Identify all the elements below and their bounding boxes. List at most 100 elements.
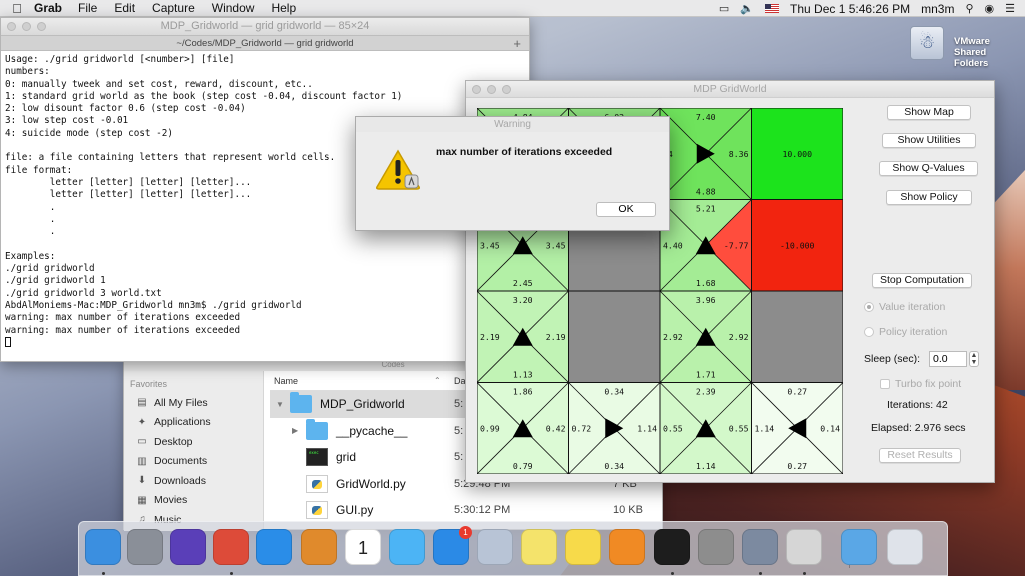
file-name: GUI.py [336, 503, 374, 518]
grab-icon[interactable] [786, 529, 822, 565]
downloads-stack-icon[interactable] [841, 529, 877, 565]
reset-results-button[interactable]: Reset Results [879, 448, 961, 463]
menu-capture[interactable]: Capture [152, 1, 195, 15]
q-value-up: 3.20 [513, 295, 533, 305]
notification-center-icon[interactable]: ☰ [1005, 2, 1015, 15]
column-date[interactable]: Da [454, 376, 466, 386]
close-button[interactable] [7, 22, 16, 31]
sidebar-item-documents[interactable]: ▥ Documents [124, 452, 263, 472]
python-file-icon [306, 501, 328, 520]
q-value-up: 0.34 [604, 387, 624, 397]
terminal-line: 2: low disount factor 0.6 (step cost -0.… [5, 103, 246, 115]
disclosure-collapsed-icon[interactable]: ▶ [292, 426, 298, 435]
running-indicator [230, 572, 233, 575]
show-policy-button[interactable]: Show Policy [886, 190, 972, 205]
mdp-title: MDP GridWorld [693, 83, 767, 95]
minimize-button[interactable] [22, 22, 31, 31]
menu-file[interactable]: File [78, 1, 97, 15]
apple-menu-icon[interactable]:  [0, 1, 34, 16]
menu-clock[interactable]: Thu Dec 1 5:46:26 PM [790, 2, 910, 16]
disclosure-expanded-icon[interactable]: ▼ [276, 400, 284, 409]
terminal-line: AbdAlMoniems-Mac:MDP_Gridworld mn3m$ ./g… [5, 299, 302, 311]
dialog-title: Warning [356, 117, 669, 132]
menu-window[interactable]: Window [212, 1, 255, 15]
policy-iteration-radio[interactable]: Policy iteration [864, 326, 947, 338]
value-iteration-label: Value iteration [879, 301, 946, 313]
rocket-icon[interactable] [742, 529, 778, 565]
menu-user[interactable]: mn3m [921, 2, 954, 16]
spotlight-search-icon[interactable]: ⚲ [965, 2, 973, 15]
ok-button[interactable]: OK [596, 202, 656, 217]
terminal-value: -10.000 [780, 240, 815, 250]
sidebar-item-movies[interactable]: ▦ Movies [124, 491, 263, 511]
dock: 11 [78, 521, 948, 576]
terminal-cursor [5, 336, 11, 347]
sidebar-item-applications[interactable]: ✦ Applications [124, 413, 263, 433]
warning-dialog: Warning max number of iterations exceede… [355, 116, 670, 231]
preview-icon[interactable] [477, 529, 513, 565]
turbo-fix-point-checkbox[interactable]: Turbo fix point [880, 378, 961, 390]
terminal-line: numbers: [5, 66, 50, 78]
sidebar-item-desktop[interactable]: ▭ Desktop [124, 432, 263, 452]
sublime-icon[interactable] [609, 529, 645, 565]
sidebar-item-label: Desktop [154, 435, 193, 448]
q-value-left: 2.19 [480, 332, 500, 342]
siri-menu-icon[interactable]: ◉ [985, 2, 995, 15]
stickies-icon[interactable] [521, 529, 557, 565]
sidebar-header: Favorites [130, 379, 168, 389]
radio-dot [864, 302, 874, 312]
show-q-values-button[interactable]: Show Q-Values [879, 161, 978, 176]
sidebar-item-all-my-files[interactable]: ▤ All My Files [124, 393, 263, 413]
close-button[interactable] [472, 85, 481, 94]
trash-icon[interactable] [887, 529, 923, 565]
siri-icon[interactable] [170, 529, 206, 565]
calculator-icon[interactable] [301, 529, 337, 565]
file-name: grid [336, 450, 357, 465]
minimize-button[interactable] [487, 85, 496, 94]
screen-mirroring-icon[interactable]: ▭ [719, 2, 729, 15]
zoom-button[interactable] [502, 85, 511, 94]
column-name[interactable]: Name [274, 376, 298, 386]
safari-icon[interactable] [256, 529, 292, 565]
stop-computation-button[interactable]: Stop Computation [872, 273, 972, 288]
running-indicator [671, 572, 674, 575]
notes-icon[interactable] [565, 529, 601, 565]
new-tab-button[interactable]: + [513, 36, 521, 51]
show-utilities-button[interactable]: Show Utilities [882, 133, 976, 148]
menu-app-name[interactable]: Grab [34, 1, 62, 15]
file-row[interactable]: GUI.py 5:30:12 PM 10 KB [270, 497, 662, 524]
file-date: 5: [454, 451, 464, 464]
finder-icon[interactable] [85, 529, 121, 565]
sleep-input[interactable]: 0.0 [929, 351, 967, 367]
grid-cell: 0.27 0.27 1.14 0.14 [751, 382, 843, 474]
terminal-line: warning: max number of iterations exceed… [5, 312, 241, 324]
value-iteration-radio[interactable]: Value iteration [864, 301, 945, 313]
terminal-tab[interactable]: ~/Codes/MDP_Gridworld — grid gridworld + [1, 35, 529, 51]
launchpad-icon[interactable] [127, 529, 163, 565]
file-date: 5: [454, 424, 464, 437]
folder-icon [290, 392, 312, 414]
grid-cell: 7.404.88048.36 [659, 108, 752, 200]
show-map-button[interactable]: Show Map [887, 105, 971, 120]
folder-icon [306, 418, 328, 440]
zoom-button[interactable] [37, 22, 46, 31]
terminal-value: 10.000 [782, 149, 812, 159]
input-source-flag-icon[interactable] [765, 4, 780, 13]
q-value-right: 8.36 [729, 149, 749, 159]
calendar-icon[interactable]: 1 [345, 529, 381, 565]
elapsed-time: Elapsed: 2.976 secs [871, 422, 966, 434]
system-preferences-icon[interactable] [698, 529, 734, 565]
app-store-icon[interactable]: 1 [433, 526, 472, 565]
checkbox-box [880, 379, 890, 389]
sleep-stepper[interactable]: ▲ ▼ [969, 351, 979, 367]
volume-icon[interactable]: 🔈 [740, 2, 754, 15]
terminal-icon[interactable] [654, 529, 690, 565]
vmware-shared-folders[interactable]: VMware Shared Folders [910, 24, 1020, 74]
file-name: __pycache__ [336, 423, 408, 438]
running-indicator [803, 572, 806, 575]
menu-edit[interactable]: Edit [114, 1, 135, 15]
messages-icon[interactable] [389, 529, 425, 565]
menu-help[interactable]: Help [271, 1, 296, 15]
sidebar-item-downloads[interactable]: ⬇ Downloads [124, 471, 263, 491]
chrome-icon[interactable] [213, 529, 249, 565]
